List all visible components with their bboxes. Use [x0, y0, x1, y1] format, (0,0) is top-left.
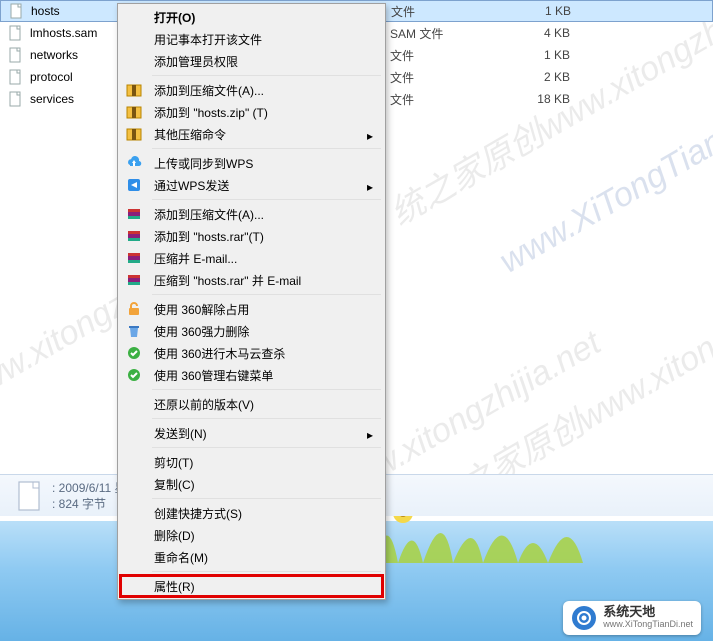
zip-icon: [126, 104, 142, 120]
menu-separator: [152, 75, 381, 76]
menu-separator: [152, 294, 381, 295]
file-icon: [9, 3, 25, 19]
file-size: 1 KB: [501, 4, 591, 18]
menu-admin[interactable]: 添加管理员权限: [120, 50, 383, 72]
menu-label: 压缩到 "hosts.rar" 并 E-mail: [154, 272, 301, 289]
menu-separator: [152, 498, 381, 499]
menu-add-hosts-zip[interactable]: 添加到 "hosts.zip" (T): [120, 101, 383, 123]
menu-label: 压缩并 E-mail...: [154, 250, 237, 267]
menu-separator: [152, 389, 381, 390]
file-icon: [8, 69, 24, 85]
menu-label: 使用 360解除占用: [154, 301, 249, 318]
winrar-icon: [126, 206, 142, 222]
menu-label: 添加到压缩文件(A)...: [154, 206, 264, 223]
menu-open-notepad[interactable]: 用记事本打开该文件: [120, 28, 383, 50]
menu-label: 还原以前的版本(V): [154, 396, 254, 413]
menu-add-archive[interactable]: 添加到压缩文件(A)...: [120, 79, 383, 101]
chevron-right-icon: ▸: [367, 180, 373, 194]
menu-360-force-del[interactable]: 使用 360强力删除: [120, 320, 383, 342]
menu-label: 删除(D): [154, 527, 195, 544]
menu-label: 其他压缩命令: [154, 126, 226, 143]
menu-label: 通过WPS发送: [154, 177, 229, 194]
file-large-icon: [14, 480, 46, 512]
menu-winrar-rar-email[interactable]: 压缩到 "hosts.rar" 并 E-mail: [120, 269, 383, 291]
menu-label: 上传或同步到WPS: [154, 155, 253, 172]
menu-open[interactable]: 打开(O): [120, 6, 383, 28]
menu-cut[interactable]: 剪切(T): [120, 451, 383, 473]
menu-wps-send[interactable]: 通过WPS发送 ▸: [120, 174, 383, 196]
menu-label: 使用 360进行木马云查杀: [154, 345, 285, 362]
menu-360-unlock[interactable]: 使用 360解除占用: [120, 298, 383, 320]
menu-separator: [152, 199, 381, 200]
file-icon: [8, 47, 24, 63]
file-size: 18 KB: [500, 92, 590, 106]
file-type: 文件: [390, 47, 500, 64]
menu-label: 重命名(M): [154, 549, 208, 566]
menu-label: 使用 360管理右键菜单: [154, 367, 273, 384]
file-type: SAM 文件: [390, 25, 500, 42]
file-icon: [8, 25, 24, 41]
menu-send-to[interactable]: 发送到(N) ▸: [120, 422, 383, 444]
menu-properties[interactable]: 属性(R): [120, 575, 383, 597]
menu-other-compress[interactable]: 其他压缩命令 ▸: [120, 123, 383, 145]
cloud-upload-icon: [126, 155, 142, 171]
chevron-right-icon: ▸: [367, 129, 373, 143]
menu-wps-upload[interactable]: 上传或同步到WPS: [120, 152, 383, 174]
logo-badge: 系统天地 www.XiTongTianDi.net: [563, 601, 701, 635]
menu-label: 添加到 "hosts.rar"(T): [154, 228, 264, 245]
menu-360-manage[interactable]: 使用 360管理右键菜单: [120, 364, 383, 386]
menu-separator: [152, 148, 381, 149]
menu-winrar-hosts[interactable]: 添加到 "hosts.rar"(T): [120, 225, 383, 247]
winrar-icon: [126, 272, 142, 288]
file-icon: [8, 91, 24, 107]
menu-label: 添加到 "hosts.zip" (T): [154, 104, 268, 121]
logo-title: 系统天地: [603, 605, 693, 618]
share-icon: [126, 177, 142, 193]
menu-label: 属性(R): [154, 578, 195, 595]
menu-label: 添加到压缩文件(A)...: [154, 82, 264, 99]
menu-label: 打开(O): [154, 9, 195, 26]
file-size: 2 KB: [500, 70, 590, 84]
unlock-icon: [126, 301, 142, 317]
menu-delete[interactable]: 删除(D): [120, 524, 383, 546]
logo-url: www.XiTongTianDi.net: [603, 618, 693, 631]
menu-separator: [152, 571, 381, 572]
menu-label: 剪切(T): [154, 454, 193, 471]
menu-separator: [152, 418, 381, 419]
chevron-right-icon: ▸: [367, 428, 373, 442]
file-type: 文件: [390, 91, 500, 108]
shield-icon: [126, 345, 142, 361]
menu-rename[interactable]: 重命名(M): [120, 546, 383, 568]
file-type: 文件: [391, 3, 501, 20]
menu-restore-previous[interactable]: 还原以前的版本(V): [120, 393, 383, 415]
logo-icon: [571, 605, 597, 631]
menu-label: 添加管理员权限: [154, 53, 238, 70]
winrar-icon: [126, 228, 142, 244]
menu-label: 使用 360强力删除: [154, 323, 249, 340]
menu-winrar-email[interactable]: 压缩并 E-mail...: [120, 247, 383, 269]
menu-label: 复制(C): [154, 476, 195, 493]
file-type: 文件: [390, 69, 500, 86]
menu-create-shortcut[interactable]: 创建快捷方式(S): [120, 502, 383, 524]
menu-360-trojan[interactable]: 使用 360进行木马云查杀: [120, 342, 383, 364]
menu-label: 创建快捷方式(S): [154, 505, 242, 522]
menu-label: 发送到(N): [154, 425, 207, 442]
winrar-icon: [126, 250, 142, 266]
zip-icon: [126, 126, 142, 142]
shield-icon: [126, 367, 142, 383]
zip-icon: [126, 82, 142, 98]
menu-label: 用记事本打开该文件: [154, 31, 262, 48]
file-size: 4 KB: [500, 26, 590, 40]
menu-separator: [152, 447, 381, 448]
menu-winrar-add[interactable]: 添加到压缩文件(A)...: [120, 203, 383, 225]
file-size: 1 KB: [500, 48, 590, 62]
context-menu: 打开(O) 用记事本打开该文件 添加管理员权限 添加到压缩文件(A)... 添加…: [117, 3, 386, 600]
menu-copy[interactable]: 复制(C): [120, 473, 383, 495]
trash-icon: [126, 323, 142, 339]
